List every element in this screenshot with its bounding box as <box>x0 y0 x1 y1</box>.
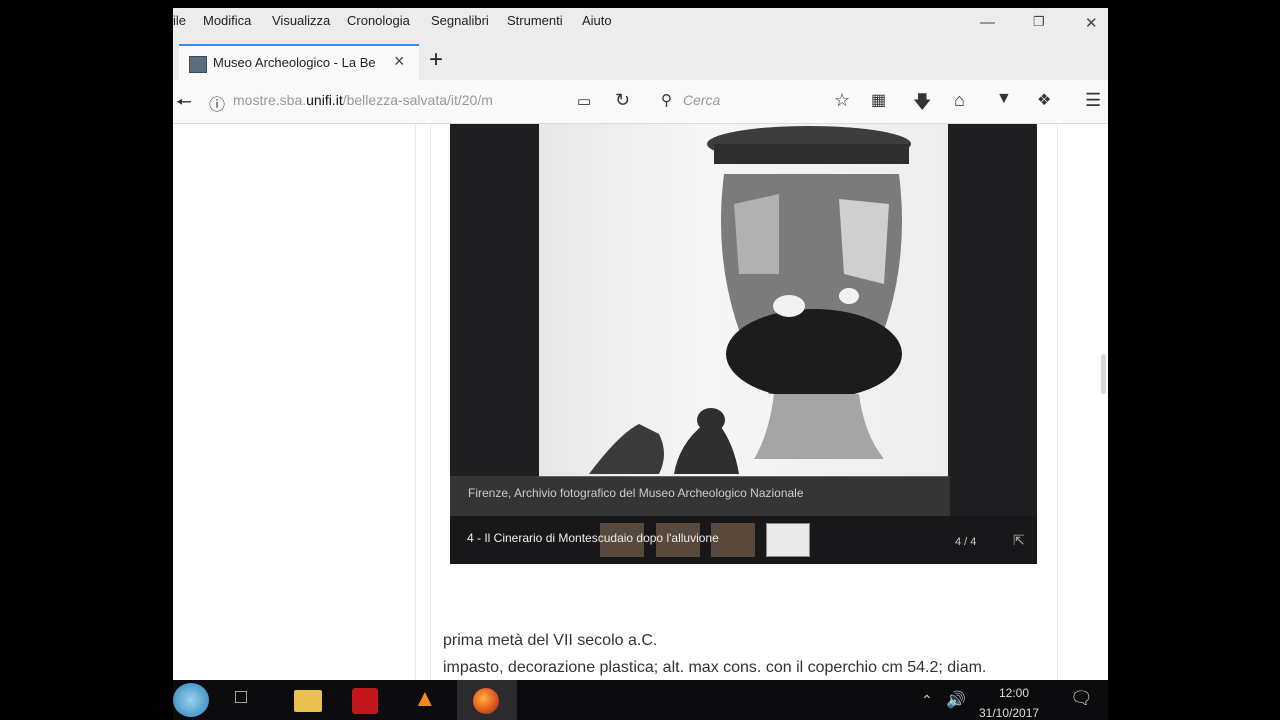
slide-counter: 4 / 4 <box>955 536 977 548</box>
hamburger-menu-icon[interactable]: ☰ <box>1085 90 1101 111</box>
file-explorer-icon[interactable] <box>294 690 322 712</box>
firefox-taskbar-button[interactable] <box>457 680 517 720</box>
fullscreen-icon[interactable]: ⇱ <box>1013 532 1025 549</box>
gallery-photo[interactable] <box>539 124 948 477</box>
thumbnail-bar: 4 - Il Cinerario di Montescudaio dopo l'… <box>450 516 1037 564</box>
menu-segnalibri[interactable]: Segnalibri <box>431 13 489 28</box>
vlc-icon[interactable]: ▲ <box>413 685 443 713</box>
navigation-bar: 🠔 ⓘ mostre.sba.unifi.it/bellezza-salvata… <box>173 80 1108 124</box>
url-prefix: mostre.sba. <box>233 92 307 108</box>
acrobat-icon[interactable] <box>352 688 378 714</box>
favicon-icon <box>189 56 207 73</box>
menu-aiuto[interactable]: Aiuto <box>582 13 612 28</box>
menu-cronologia[interactable]: Cronologia <box>347 13 410 28</box>
extension-icon[interactable]: ❖ <box>1037 90 1051 110</box>
minimize-icon[interactable]: — <box>980 14 995 31</box>
taskbar: □ ▲ ⌃ 🔊 12:00 31/10/2017 🗨 <box>173 680 1108 720</box>
search-icon: ⚲ <box>661 92 672 109</box>
description-date: prima metà del VII secolo a.C. <box>443 632 658 649</box>
menu-modifica[interactable]: Modifica <box>203 13 251 28</box>
url-bar[interactable]: mostre.sba.unifi.it/bellezza-salvata/it/… <box>233 92 538 108</box>
clipboard-icon[interactable]: ▦ <box>871 90 886 110</box>
download-icon[interactable]: 🡇 <box>913 90 932 120</box>
search-input[interactable]: Cerca <box>683 92 720 108</box>
description-material: impasto, decorazione plastica; alt. max … <box>443 659 987 676</box>
close-window-icon[interactable]: ✕ <box>1085 14 1098 32</box>
menu-file[interactable]: ile <box>173 13 186 28</box>
tab-title: Museo Archeologico - La Be <box>213 55 376 70</box>
page-content: Firenze, Archivio fotografico del Museo … <box>173 124 1108 680</box>
new-tab-icon[interactable]: + <box>429 46 443 74</box>
thumbnail-4[interactable] <box>766 523 810 557</box>
clock-date[interactable]: 31/10/2017 <box>979 706 1039 720</box>
reader-view-icon[interactable]: ▭ <box>577 92 591 110</box>
slide-title: 4 - Il Cinerario di Montescudaio dopo l'… <box>467 531 719 545</box>
vase-photo <box>589 126 911 474</box>
back-arrow-icon[interactable]: 🠔 <box>176 90 192 120</box>
menu-visualizza[interactable]: Visualizza <box>272 13 330 28</box>
pocket-icon[interactable]: ▼ <box>996 90 1012 108</box>
home-icon[interactable]: ⌂ <box>954 90 965 111</box>
url-domain: unifi.it <box>306 92 343 108</box>
close-tab-icon[interactable]: × <box>394 51 405 72</box>
tab-museo[interactable]: Museo Archeologico - La Be × <box>179 44 419 80</box>
tab-strip: Museo Archeologico - La Be × + <box>173 40 1108 80</box>
start-button[interactable] <box>173 683 209 717</box>
left-sidebar <box>173 124 416 680</box>
browser-window: ile Modifica Visualizza Cronologia Segna… <box>173 8 1108 680</box>
menu-bar: ile Modifica Visualizza Cronologia Segna… <box>173 8 1108 40</box>
firefox-icon <box>473 688 499 714</box>
volume-icon[interactable]: 🔊 <box>946 690 976 718</box>
clock-time[interactable]: 12:00 <box>999 686 1029 700</box>
reload-icon[interactable]: ↻ <box>615 90 630 111</box>
menu-strumenti[interactable]: Strumenti <box>507 13 563 28</box>
url-path: /bellezza-salvata/it/20/m <box>342 92 493 108</box>
scrollbar-thumb[interactable] <box>1101 354 1106 394</box>
caption-bar: Firenze, Archivio fotografico del Museo … <box>450 476 950 516</box>
image-gallery: Firenze, Archivio fotografico del Museo … <box>450 124 1037 564</box>
restore-icon[interactable]: ❐ <box>1033 14 1045 30</box>
star-icon[interactable]: ☆ <box>834 90 850 111</box>
info-icon[interactable]: ⓘ <box>209 91 225 115</box>
photo-caption: Firenze, Archivio fotografico del Museo … <box>468 486 804 500</box>
notifications-icon[interactable]: 🗨 <box>1070 688 1100 716</box>
task-view-icon[interactable]: □ <box>235 686 265 714</box>
